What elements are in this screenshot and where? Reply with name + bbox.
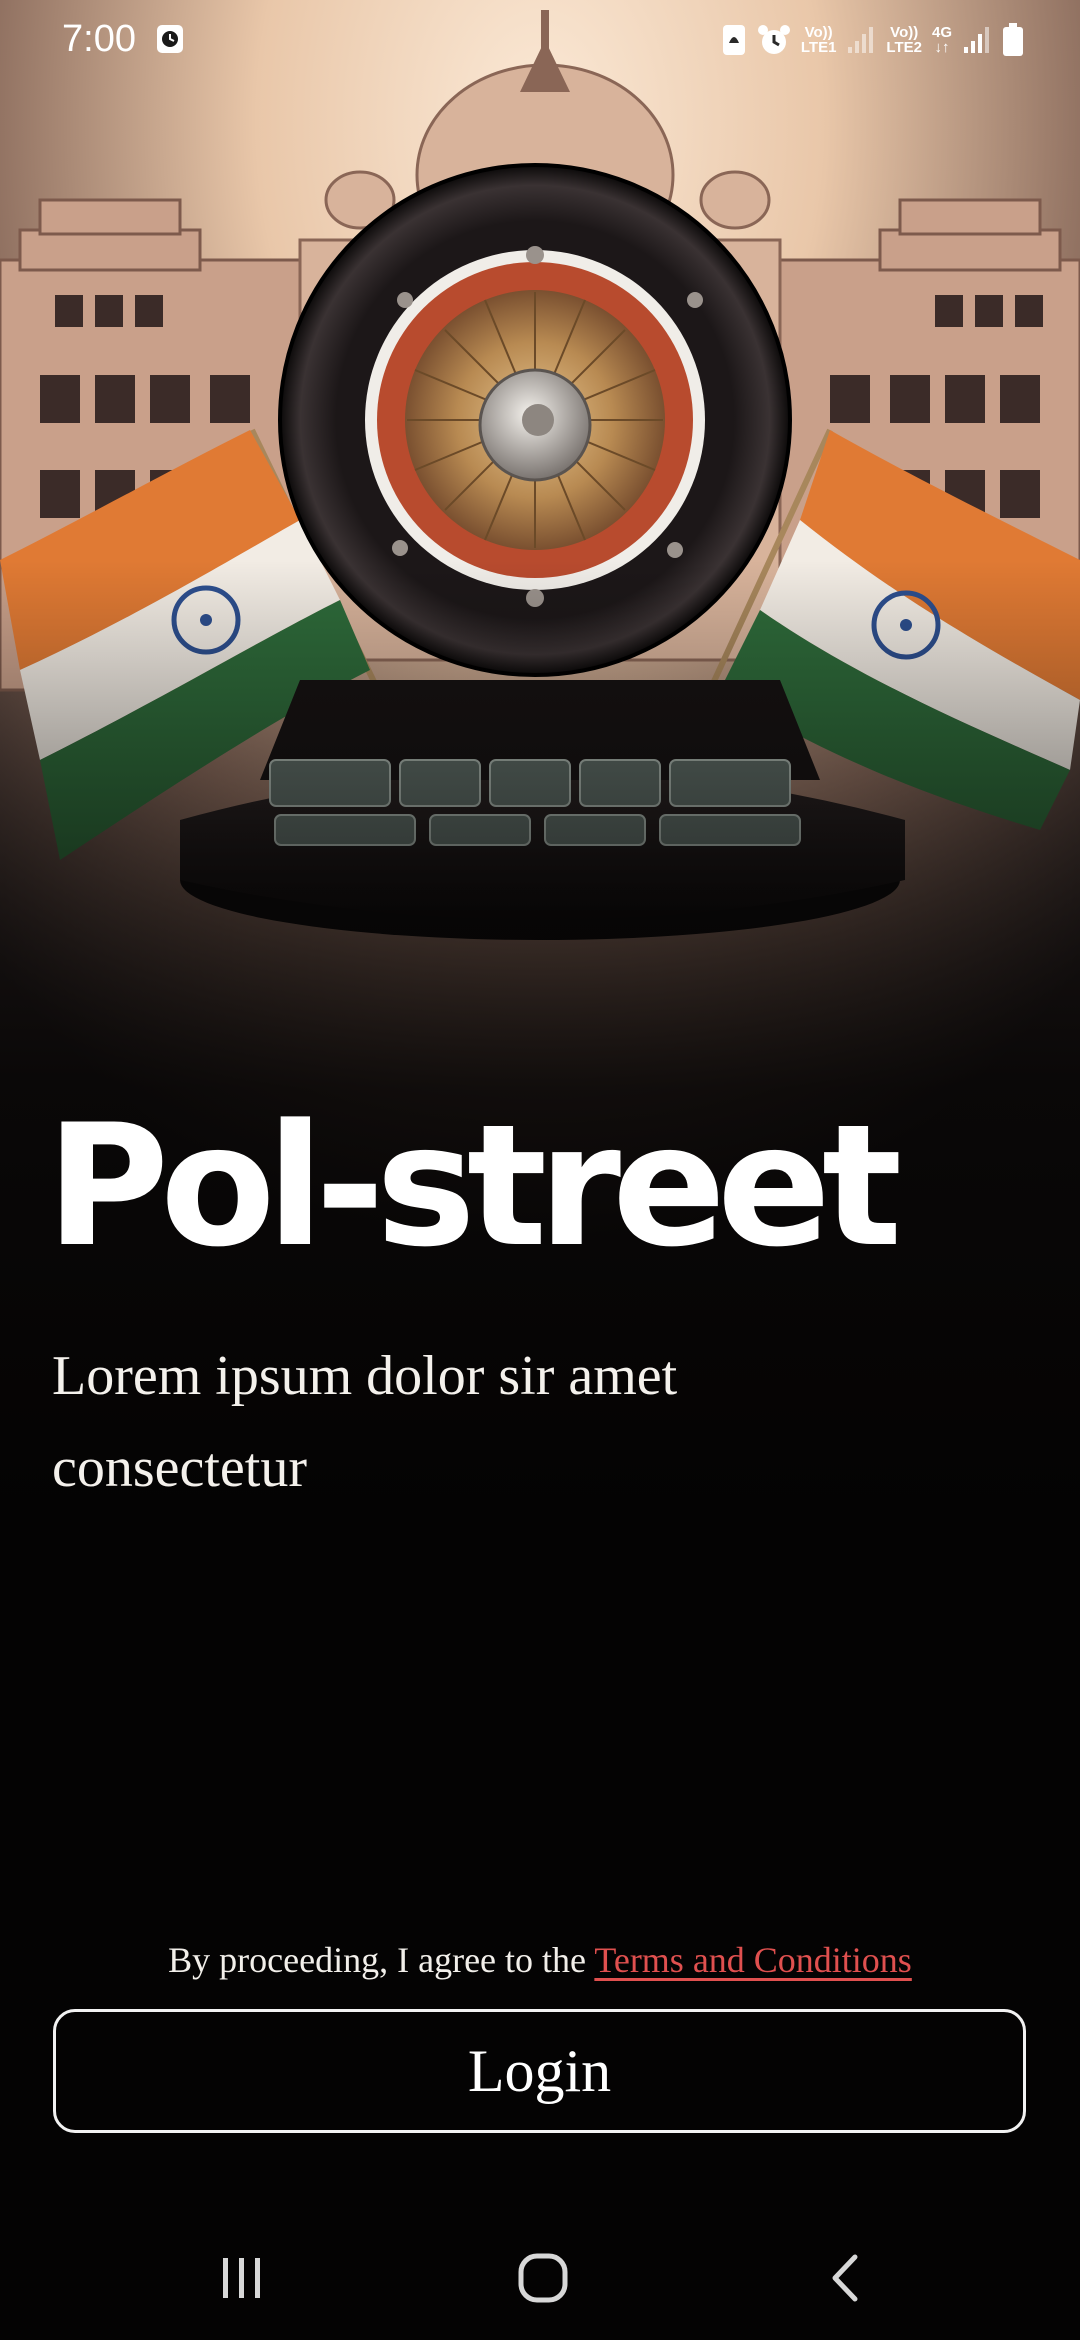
lte1-bottom-label: LTE1 xyxy=(800,39,837,56)
app-title: Pol-street xyxy=(46,1088,902,1284)
volte-lte2-icon: Vo)) LTE2 xyxy=(886,25,922,55)
back-button[interactable] xyxy=(800,2246,890,2310)
login-button-label: Login xyxy=(467,2037,612,2104)
back-icon xyxy=(832,2254,858,2302)
home-button[interactable] xyxy=(498,2246,588,2310)
network-type-label: 4G xyxy=(931,24,952,41)
login-button[interactable]: Login xyxy=(53,2009,1026,2133)
terms-notice: By proceeding, I agree to the Terms and … xyxy=(0,1932,1080,1988)
hero-illustration xyxy=(0,0,1080,1520)
home-icon xyxy=(518,2253,568,2303)
app-subtitle: Lorem ipsum dolor sir amet consectetur xyxy=(52,1345,678,1499)
network-arrows-label: ↓↑ xyxy=(934,39,950,56)
signal-1-icon xyxy=(848,27,874,53)
signal-2-icon xyxy=(964,27,989,53)
clock-badge-icon xyxy=(157,25,183,53)
recent-apps-icon xyxy=(223,2258,260,2298)
battery-icon xyxy=(1003,23,1023,56)
lte2-top-label: Vo)) xyxy=(890,24,919,41)
terms-and-conditions-link[interactable]: Terms and Conditions xyxy=(594,1940,911,1980)
status-bar: 7:00 Vo)) LTE1 Vo)) LTE2 4G ↓↑ xyxy=(0,0,1080,80)
lte1-top-label: Vo)) xyxy=(804,24,833,41)
alarm-icon xyxy=(757,25,790,54)
status-time: 7:00 xyxy=(62,18,136,60)
ring-mode-icon xyxy=(722,25,745,55)
network-4g-icon: 4G ↓↑ xyxy=(932,25,952,55)
status-icons: Vo)) LTE1 Vo)) LTE2 4G ↓↑ xyxy=(721,20,1024,60)
recent-apps-button[interactable] xyxy=(197,2246,287,2310)
volte-lte1-icon: Vo)) LTE1 xyxy=(801,25,837,55)
system-navigation-bar xyxy=(0,2220,1080,2340)
terms-prefix: By proceeding, I agree to the xyxy=(168,1940,595,1980)
onboarding-screen: 7:00 Vo)) LTE1 Vo)) LTE2 4G ↓↑ Pol-stree… xyxy=(0,0,1080,2340)
lte2-bottom-label: LTE2 xyxy=(886,39,922,56)
